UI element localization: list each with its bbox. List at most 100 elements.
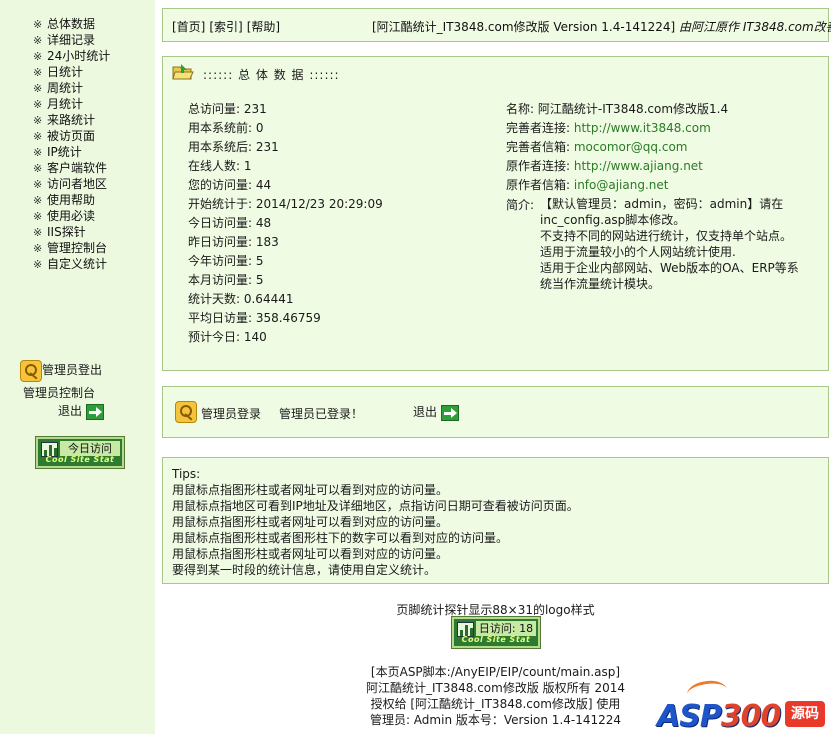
summary-panel: :::::: 总 体 数 据 :::::: 总访问量: 231用本系统前: 0用… <box>162 56 829 371</box>
admin-console-link[interactable]: 管理员控制台 <box>20 385 150 401</box>
sidebar-nav-label: 自定义统计 <box>47 257 108 271</box>
top-bar: [首页] [索引] [帮助] [阿江酷统计_IT3848.com修改版 Versio… <box>162 8 831 42</box>
sidebar-nav-item[interactable]: ※ 访问者地区 <box>33 176 110 192</box>
improver-link-label: 完善者连接: <box>506 121 574 135</box>
sidebar-nav: ※ 总体数据 ※ 详细记录 ※ 24小时统计 ※ 日统计 ※ 周统计 ※ 月统计 ※ 来路统计 ※ 被访页面 ※… <box>33 16 110 272</box>
home-link[interactable]: [首页] <box>172 20 205 34</box>
admin-login-label[interactable]: 管理员登录 <box>201 405 261 422</box>
version-text: [阿江酷统计_IT3848.com修改版 Version 1.4-141224] <box>372 20 676 34</box>
key-icon <box>175 401 197 423</box>
sidebar-nav-item[interactable]: ※ 来路统计 <box>33 112 110 128</box>
sidebar-nav-item[interactable]: ※ 周统计 <box>33 80 110 96</box>
author-mail-label: 原作者信箱: <box>506 178 574 192</box>
footer-caption: 页脚统计探针显示88×31的logo样式 <box>396 603 595 617</box>
logo-subtitle: Cool Site Stat <box>461 635 531 644</box>
nav-bullet-icon: ※ <box>33 162 43 175</box>
sidebar-nav-item[interactable]: ※ 月统计 <box>33 96 110 112</box>
intro-line: 适用于企业内部网站、Web版本的OA、ERP等系 <box>540 261 799 275</box>
sidebar-nav-label: 客户端软件 <box>47 161 108 175</box>
nav-bullet-icon: ※ <box>33 178 43 191</box>
section-title: :::::: 总 体 数 据 :::::: <box>203 68 340 82</box>
sidebar-nav-label: 被访页面 <box>47 129 96 143</box>
sidebar-nav-item[interactable]: ※ 被访页面 <box>33 128 110 144</box>
sidebar-nav-item[interactable]: ※ 客户端软件 <box>33 160 110 176</box>
sidebar-nav-label: 月统计 <box>47 97 84 111</box>
stat-row: 本月访问量: 5 <box>188 273 264 287</box>
sidebar-nav-label: 详细记录 <box>47 33 96 47</box>
today-visits-logo[interactable]: 今日访问 Cool Site Stat <box>35 436 125 469</box>
author-link[interactable]: http://www.ajiang.net <box>574 159 703 173</box>
key-icon <box>20 359 42 382</box>
nav-bullet-icon: ※ <box>33 66 43 79</box>
improver-mail-label: 完善者信箱: <box>506 140 574 154</box>
author-link-label: 原作者连接: <box>506 159 574 173</box>
footer-line: [本页ASP脚本:/AnyEIP/EIP/count/main.asp] <box>370 665 621 679</box>
stat-row: 总访问量: 231 <box>188 102 267 116</box>
improver-link[interactable]: http://www.it3848.com <box>574 121 711 135</box>
tip-line: 用鼠标点指图形柱或者网址可以看到对应的访问量。 <box>172 515 449 529</box>
sidebar-nav-item[interactable]: ※ IIS探针 <box>33 224 110 240</box>
stat-row: 平均日访量: 358.46759 <box>188 311 321 325</box>
help-link[interactable]: [帮助] <box>247 20 280 34</box>
intro-line: 统当作流量统计模块。 <box>540 277 661 291</box>
sidebar-nav-item[interactable]: ※ 自定义统计 <box>33 256 110 272</box>
stat-row: 用本系统前: 0 <box>188 121 264 135</box>
logout-button[interactable]: 退出 <box>413 403 459 421</box>
intro: 简介: 【默认管理员：admin，密码：admin】请在 inc_config.a… <box>506 196 824 292</box>
sidebar-nav-label: IP统计 <box>47 145 82 159</box>
sidebar: ※ 总体数据 ※ 详细记录 ※ 24小时统计 ※ 日统计 ※ 周统计 ※ 月统计 ※ 来路统计 ※ 被访页面 ※… <box>0 0 155 734</box>
sidebar-nav-label: 日统计 <box>47 65 84 79</box>
arrow-right-icon <box>440 404 459 421</box>
sidebar-nav-label: 管理控制台 <box>47 241 108 255</box>
sidebar-nav-label: 24小时统计 <box>47 49 111 63</box>
tip-line: 用鼠标点指图形柱或者网址可以看到对应的访问量。 <box>172 547 449 561</box>
author-mail-row: 原作者信箱: info@ajiang.net <box>506 176 824 195</box>
intro-line: inc_config.asp脚本修改。 <box>540 213 686 227</box>
sidebar-nav-item[interactable]: ※ IP统计 <box>33 144 110 160</box>
stat-row: 今年访问量: 5 <box>188 254 264 268</box>
index-link[interactable]: [索引] <box>209 20 242 34</box>
sidebar-nav-item[interactable]: ※ 24小时统计 <box>33 48 110 64</box>
sidebar-nav-label: 使用帮助 <box>47 193 96 207</box>
sidebar-nav-item[interactable]: ※ 管理控制台 <box>33 240 110 256</box>
nav-bullet-icon: ※ <box>33 50 43 63</box>
tip-line: 用鼠标点指图形柱或者图形柱下的数字可以看到对应的访问量。 <box>172 531 509 545</box>
author-mail-link[interactable]: info@ajiang.net <box>574 178 669 192</box>
sidebar-logout-link[interactable]: 退出 <box>20 402 150 420</box>
admin-logout-link[interactable]: 管理员登出 <box>20 359 150 382</box>
stat-row: 昨日访问量: 183 <box>188 235 279 249</box>
intro-line: 不支持不同的网站进行统计，仅支持单个站点。 <box>540 229 793 243</box>
stat-row: 用本系统后: 231 <box>188 140 279 154</box>
intro-label: 简介: <box>506 198 535 212</box>
sidebar-nav-item[interactable]: ※ 详细记录 <box>33 32 110 48</box>
sidebar-nav-item[interactable]: ※ 总体数据 <box>33 16 110 32</box>
tip-line: 要得到某一时段的统计信息，请使用自定义统计。 <box>172 563 437 577</box>
sidebar-nav-item[interactable]: ※ 使用帮助 <box>33 192 110 208</box>
nav-bullet-icon: ※ <box>33 114 43 127</box>
sidebar-nav-item[interactable]: ※ 使用必读 <box>33 208 110 224</box>
site-info: 名称: 阿江酷统计-IT3848.com修改版1.4 完善者连接: http:/… <box>506 100 824 292</box>
tips-list: Tips: 用鼠标点指图形柱或者网址可以看到对应的访问量。 用鼠标点指地区可看到I… <box>172 466 579 578</box>
improver-link-row: 完善者连接: http://www.it3848.com <box>506 119 824 138</box>
improver-mail-link[interactable]: mocomor@qq.com <box>574 140 688 154</box>
version-info: [阿江酷统计_IT3848.com修改版 Version 1.4-141224]… <box>372 18 831 35</box>
credit-text: 由阿江原作 IT3848.com改善 <box>679 20 831 34</box>
nav-bullet-icon: ※ <box>33 226 43 239</box>
stats-list: 总访问量: 231 用本系统前: 0 用本系统后: 231 在线人数: 1 您的访问量:… <box>188 100 383 347</box>
site-name: 名称: 阿江酷统计-IT3848.com修改版1.4 <box>506 102 729 116</box>
tip-line: 用鼠标点指图形柱或者网址可以看到对应的访问量。 <box>172 483 449 497</box>
daily-visits-logo[interactable]: 日访问: 18 Cool Site Stat <box>451 616 541 649</box>
nav-bullet-icon: ※ <box>33 130 43 143</box>
nav-bullet-icon: ※ <box>33 18 43 31</box>
stat-row: 在线人数: 1 <box>188 159 252 173</box>
sidebar-logout-label: 退出 <box>58 404 83 418</box>
tips-panel: Tips: 用鼠标点指图形柱或者网址可以看到对应的访问量。 用鼠标点指地区可看到I… <box>162 457 829 584</box>
intro-line: 适用于流量较小的个人网站统计使用. <box>540 245 736 259</box>
admin-logout-label: 管理员登出 <box>42 363 103 377</box>
tips-title: Tips: <box>172 467 201 481</box>
sidebar-nav-item[interactable]: ※ 日统计 <box>33 64 110 80</box>
sidebar-nav-label: 总体数据 <box>47 17 96 31</box>
arrow-right-icon <box>85 403 104 420</box>
improver-mail-row: 完善者信箱: mocomor@qq.com <box>506 138 824 157</box>
sidebar-nav-label: 访问者地区 <box>47 177 108 191</box>
